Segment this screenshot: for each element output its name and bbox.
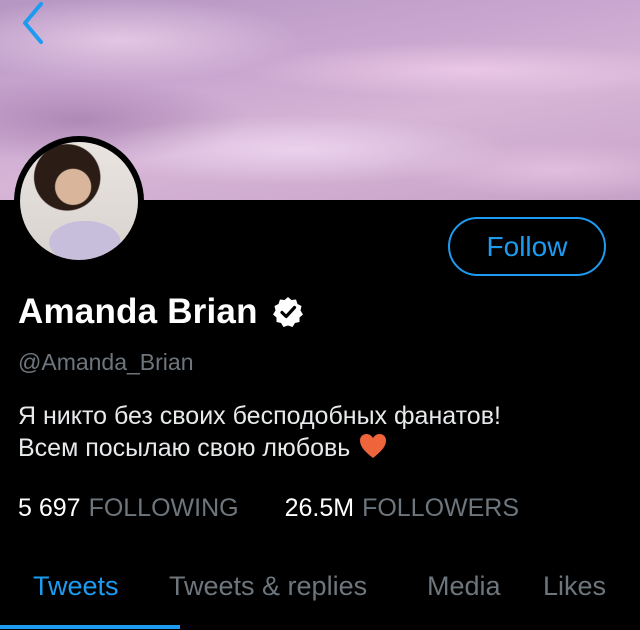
profile-stats: 5 697 FOLLOWING 26.5M FOLLOWERS	[18, 494, 519, 523]
following-stat[interactable]: 5 697 FOLLOWING	[18, 494, 239, 523]
avatar[interactable]	[14, 136, 144, 266]
profile-tabs: Tweets Tweets & replies Media Likes	[0, 565, 640, 630]
back-button[interactable]	[12, 0, 52, 51]
heart-icon	[358, 432, 388, 468]
bio-line-2: Всем посылаю свою любовь	[18, 432, 618, 468]
followers-label: FOLLOWERS	[362, 494, 520, 522]
active-tab-indicator	[0, 625, 180, 629]
verified-badge-icon	[272, 296, 304, 328]
followers-count: 26.5M	[284, 494, 355, 522]
tab-tweets-and-replies[interactable]: Tweets & replies	[169, 571, 367, 602]
following-count: 5 697	[18, 494, 81, 522]
tab-likes[interactable]: Likes	[543, 571, 606, 602]
display-name: Amanda Brian	[18, 292, 258, 331]
tab-tweets[interactable]: Tweets	[33, 571, 119, 602]
avatar-image	[20, 142, 138, 260]
chevron-left-icon	[17, 0, 47, 51]
name-row: Amanda Brian	[18, 292, 304, 332]
username-handle: @Amanda_Brian	[18, 349, 194, 375]
tab-media[interactable]: Media	[427, 571, 501, 602]
following-label: FOLLOWING	[88, 494, 239, 522]
follow-button[interactable]: Follow	[448, 217, 606, 276]
bio-line-2-text: Всем посылаю свою любовь	[18, 434, 351, 462]
followers-stat[interactable]: 26.5M FOLLOWERS	[285, 494, 519, 523]
profile-bio: Я никто без своих бесподобных фанатов! В…	[18, 400, 618, 468]
bio-line-1: Я никто без своих бесподобных фанатов!	[18, 402, 501, 430]
